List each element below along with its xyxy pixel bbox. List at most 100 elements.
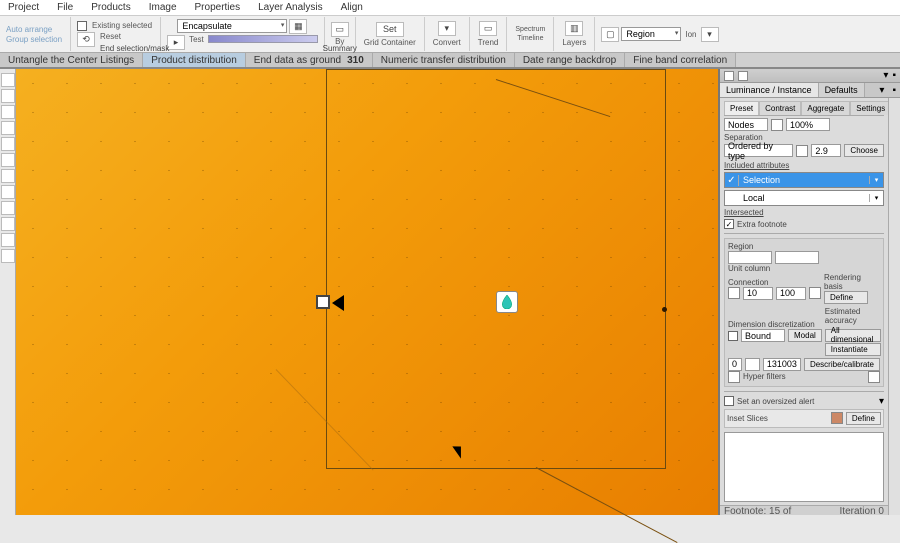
attr-dd-1[interactable]: ▾ bbox=[869, 176, 883, 184]
menu-products[interactable]: Products bbox=[91, 2, 130, 13]
tool-hand[interactable] bbox=[1, 233, 15, 247]
tb-convert-icon[interactable]: ▾ bbox=[438, 21, 456, 36]
menu-align[interactable]: Align bbox=[341, 2, 363, 13]
tb-region-dd[interactable]: Region bbox=[621, 27, 681, 41]
tool-eyedrop[interactable] bbox=[1, 217, 15, 231]
bottom-val-1[interactable] bbox=[745, 358, 759, 371]
subtab-contrast[interactable]: Contrast bbox=[759, 101, 801, 115]
menu-project[interactable]: Project bbox=[8, 2, 39, 13]
tb-sum-btn1[interactable]: ▭ bbox=[331, 22, 349, 37]
menu-properties[interactable]: Properties bbox=[195, 2, 241, 13]
filter-choose-btn[interactable]: Choose bbox=[844, 144, 884, 157]
hyper-icon[interactable] bbox=[728, 371, 740, 383]
filter-icon[interactable] bbox=[796, 145, 808, 157]
tool-move[interactable] bbox=[1, 89, 15, 103]
attr-row-local[interactable]: Local ▾ bbox=[724, 190, 884, 206]
toolbar: Auto arrange Group selection Existing se… bbox=[0, 16, 900, 53]
tb-extra-2[interactable]: ▾ bbox=[701, 27, 719, 42]
selection-handle[interactable] bbox=[316, 295, 330, 309]
tb-test-icon[interactable]: ▸ bbox=[167, 35, 185, 50]
intersected-label[interactable]: Intersected bbox=[724, 208, 884, 217]
bottom-val-0[interactable]: 0 bbox=[728, 358, 742, 371]
subtab-settings[interactable]: Settings bbox=[850, 101, 888, 115]
tab-3[interactable]: Numeric transfer distribution bbox=[373, 53, 515, 67]
menu-file[interactable]: File bbox=[57, 2, 73, 13]
nodes-icon[interactable] bbox=[771, 119, 783, 131]
tool-crop[interactable] bbox=[1, 121, 15, 135]
tab-4[interactable]: Date range backdrop bbox=[515, 53, 625, 67]
tb-encaps-dropdown[interactable]: Encapsulate bbox=[177, 19, 287, 33]
tb-grid-icon[interactable]: ▦ bbox=[289, 19, 307, 34]
tb-group-selection[interactable]: Group selection bbox=[4, 35, 64, 44]
tb-spectrum[interactable]: Spectrum bbox=[513, 26, 547, 33]
slice-swatch[interactable] bbox=[831, 412, 843, 424]
slice-define-btn[interactable]: Define bbox=[846, 412, 881, 425]
nodes-value[interactable]: 100% bbox=[786, 118, 830, 131]
selection-rectangle[interactable] bbox=[326, 69, 666, 469]
tool-text[interactable] bbox=[1, 185, 15, 199]
attr-dd-2[interactable]: ▾ bbox=[869, 194, 883, 202]
tool-brush[interactable] bbox=[1, 137, 15, 151]
render-define-btn[interactable]: Define bbox=[824, 291, 868, 304]
tool-shape[interactable] bbox=[1, 201, 15, 215]
subtab-preset[interactable]: Preset bbox=[724, 101, 759, 115]
tool-eraser[interactable] bbox=[1, 153, 15, 167]
tb-set[interactable]: Set bbox=[376, 22, 404, 37]
tool-measure[interactable] bbox=[1, 249, 15, 263]
hyper-dd-icon[interactable] bbox=[868, 371, 880, 383]
unit-col-label: Unit column bbox=[728, 264, 880, 273]
attr-row-selection[interactable]: ✓ Selection ▾ bbox=[724, 172, 884, 188]
est-btn[interactable]: All dimensional bbox=[825, 329, 881, 342]
conn-lock-icon[interactable] bbox=[809, 287, 821, 299]
tool-select[interactable] bbox=[1, 73, 15, 87]
attr-check-1[interactable]: ✓ bbox=[725, 175, 739, 186]
tool-fill[interactable] bbox=[1, 169, 15, 183]
filter-dropdown[interactable]: Ordered by type bbox=[724, 144, 793, 157]
subtab-aggregate[interactable]: Aggregate bbox=[801, 101, 850, 115]
included-attrs-label: Included attributes bbox=[724, 161, 884, 170]
section2-menu-icon[interactable]: ▾ bbox=[879, 396, 884, 407]
instantiate-btn[interactable]: Instantiate bbox=[825, 343, 881, 356]
tb-existing-check[interactable] bbox=[77, 21, 87, 31]
conn-val-2[interactable]: 100 bbox=[776, 287, 806, 300]
panel-close-icon[interactable]: ▪ bbox=[892, 70, 896, 81]
tb-trend-icon[interactable]: ▭ bbox=[479, 21, 497, 36]
tb-reset-icon[interactable]: ⟲ bbox=[77, 32, 95, 47]
panel-menu-icon[interactable]: ▾ bbox=[875, 83, 888, 97]
tab-0[interactable]: Untangle the Center Listings bbox=[0, 53, 143, 67]
tb-layers-icon[interactable]: ▥ bbox=[565, 21, 583, 36]
extra-footnote-check[interactable]: ✓ bbox=[724, 219, 734, 229]
panel-pin-icon[interactable]: ▪ bbox=[888, 83, 900, 97]
panel-titlebar[interactable]: ▾ ▪ bbox=[720, 69, 900, 83]
panel-tab-defaults[interactable]: Defaults bbox=[819, 83, 865, 97]
dim-value[interactable]: Bound bbox=[741, 329, 785, 342]
tb-extra-1[interactable]: ▢ bbox=[601, 27, 619, 42]
tab-5[interactable]: Fine band correlation bbox=[625, 53, 736, 67]
tab-1[interactable]: Product distribution bbox=[143, 53, 246, 67]
tb-grid-container[interactable]: Grid Container bbox=[362, 38, 418, 47]
tab-2[interactable]: End data as ground310 bbox=[246, 53, 373, 67]
region-field[interactable] bbox=[728, 251, 772, 264]
conn-icon[interactable] bbox=[728, 287, 740, 299]
oversized-check[interactable] bbox=[724, 396, 734, 406]
dim-check[interactable] bbox=[728, 331, 738, 341]
tb-gradient-bar bbox=[208, 35, 318, 43]
tb-timeline[interactable]: Timeline bbox=[515, 35, 545, 42]
tb-test[interactable]: Test bbox=[187, 35, 206, 50]
tool-zoom[interactable] bbox=[1, 105, 15, 119]
conn-val-1[interactable]: 10 bbox=[743, 287, 773, 300]
bottom-val-2[interactable]: 131003 bbox=[763, 358, 801, 371]
canvas-viewport[interactable] bbox=[16, 69, 718, 515]
panel-scrollbar[interactable] bbox=[888, 98, 900, 515]
menu-layer-analysis[interactable]: Layer Analysis bbox=[258, 2, 322, 13]
dim-modal-btn[interactable]: Modal bbox=[788, 329, 822, 342]
panel-min-icon[interactable]: ▾ bbox=[883, 70, 888, 81]
nodes-field[interactable]: Nodes bbox=[724, 118, 768, 131]
tb-auto-arrange[interactable]: Auto arrange bbox=[4, 25, 54, 34]
menu-image[interactable]: Image bbox=[149, 2, 177, 13]
describe-btn[interactable]: Describe/calibrate bbox=[804, 358, 880, 371]
region-field-2[interactable] bbox=[775, 251, 819, 264]
filter-value[interactable]: 2.9 bbox=[811, 144, 841, 157]
droplet-marker[interactable] bbox=[496, 291, 518, 313]
panel-tab-main[interactable]: Luminance / Instance bbox=[720, 83, 819, 97]
